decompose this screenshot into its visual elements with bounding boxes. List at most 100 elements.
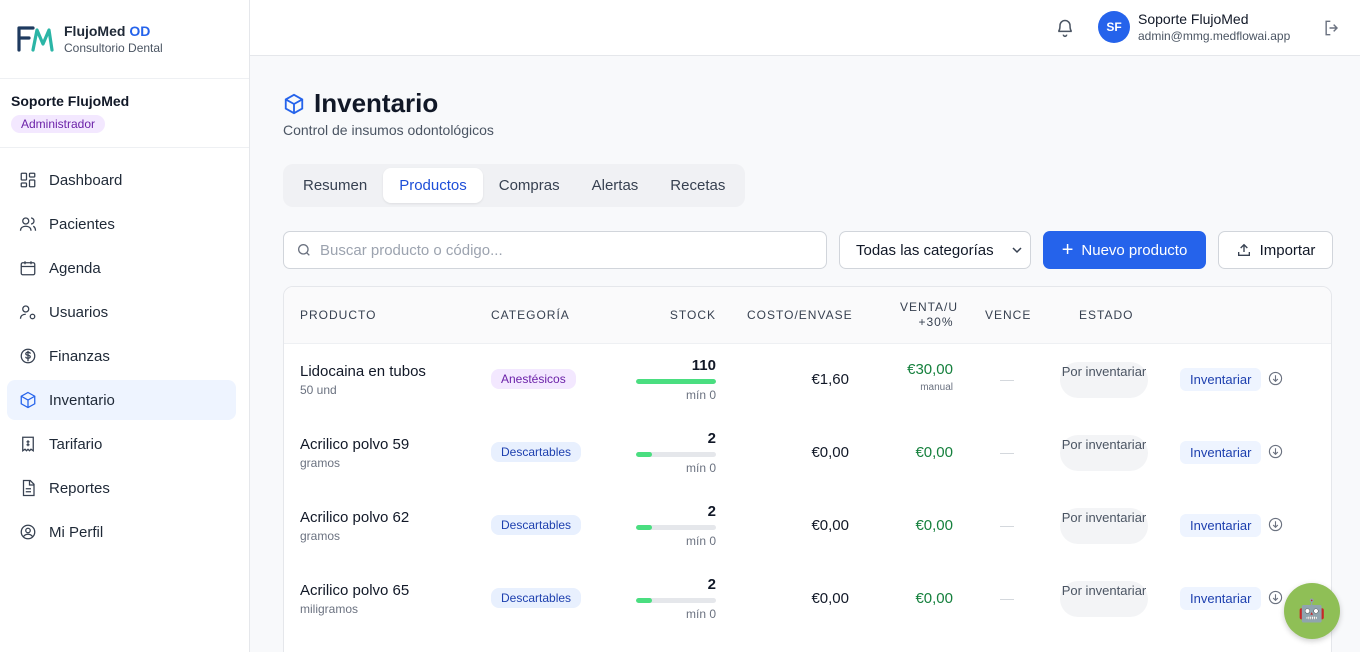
col-estado[interactable]: ESTADO — [1079, 308, 1133, 322]
brand-name: FlujoMed OD — [64, 23, 151, 39]
dollar-circle-icon — [19, 347, 37, 365]
bell-icon[interactable] — [1055, 18, 1075, 38]
inventariar-button[interactable]: Inventariar — [1180, 368, 1262, 391]
inventariar-button[interactable]: Inventariar — [1180, 514, 1262, 537]
sale-value: €0,00 — [915, 517, 953, 534]
status-badge: Por inventariar — [1060, 362, 1148, 398]
tab-recetas[interactable]: Recetas — [654, 168, 741, 203]
robot-icon: 🤖 — [1298, 598, 1326, 623]
expiry-value: — — [1000, 371, 1014, 387]
product-unit: gramos — [300, 456, 341, 470]
tab-alertas[interactable]: Alertas — [576, 168, 655, 203]
sidebar-item-inventario[interactable]: Inventario — [7, 380, 236, 420]
col-producto[interactable]: PRODUCTO — [300, 308, 376, 322]
table-header: PRODUCTO CATEGORÍA STOCK COSTO/ENVASE VE… — [284, 287, 1331, 344]
product-name: Lidocaina en tubos — [300, 363, 426, 380]
col-venta[interactable]: VENTA/U +30% — [884, 300, 962, 330]
chevron-down-icon — [1012, 247, 1022, 254]
sidebar-item-pacientes[interactable]: Pacientes — [7, 204, 236, 244]
category-badge: Anestésicos — [491, 369, 576, 389]
import-label: Importar — [1259, 241, 1316, 259]
sidebar-item-label: Tarifario — [49, 435, 103, 453]
user-cog-icon — [19, 303, 37, 321]
sidebar-item-mi-perfil[interactable]: Mi Perfil — [7, 512, 236, 552]
document-icon — [19, 479, 37, 497]
sale-value: €30,00 — [907, 361, 953, 378]
topbar-user-name: Soporte FlujoMed — [1138, 11, 1249, 27]
inventariar-button[interactable]: Inventariar — [1180, 441, 1262, 464]
cost-value: €0,00 — [811, 444, 849, 461]
search-box — [283, 231, 827, 269]
search-input[interactable] — [320, 241, 800, 259]
circle-arrow-down-icon[interactable] — [1268, 517, 1283, 532]
circle-arrow-down-icon[interactable] — [1268, 444, 1283, 459]
sidebar-nav: Dashboard Pacientes Agenda Usuarios Fina… — [0, 148, 249, 552]
logout-icon[interactable] — [1322, 18, 1342, 38]
table-row[interactable]: Acrilico polvo 62 gramos Descartables 2 … — [284, 490, 1331, 563]
sidebar-item-label: Usuarios — [49, 303, 109, 321]
box-icon — [284, 93, 304, 114]
table-row[interactable]: Lidocaina en tubos 50 und Anestésicos 11… — [284, 344, 1331, 417]
brand-subtitle: Consultorio Dental — [64, 41, 163, 55]
col-stock[interactable]: STOCK — [636, 308, 716, 322]
circle-arrow-down-icon[interactable] — [1268, 590, 1283, 605]
stock-fill — [636, 452, 652, 457]
category-select-value: Todas las categorías — [856, 241, 994, 259]
sidebar-item-tarifario[interactable]: Tarifario — [7, 424, 236, 464]
sidebar-item-label: Agenda — [49, 259, 101, 277]
cost-value: €1,60 — [811, 371, 849, 388]
sidebar-item-usuarios[interactable]: Usuarios — [7, 292, 236, 332]
sale-note: manual — [920, 382, 953, 393]
cost-value: €0,00 — [811, 517, 849, 534]
new-product-button[interactable]: + Nuevo producto — [1043, 231, 1206, 269]
users-icon — [19, 215, 37, 233]
flujomed-logo-icon — [17, 26, 54, 52]
dashboard-icon — [19, 171, 37, 189]
sidebar-item-agenda[interactable]: Agenda — [7, 248, 236, 288]
stock-bar — [636, 598, 716, 603]
new-product-label: Nuevo producto — [1081, 241, 1188, 259]
assistant-fab[interactable]: 🤖 — [1284, 583, 1340, 639]
sidebar-item-label: Mi Perfil — [49, 523, 104, 541]
receipt-icon — [19, 435, 37, 453]
sidebar-item-reportes[interactable]: Reportes — [7, 468, 236, 508]
sidebar-item-label: Pacientes — [49, 215, 115, 233]
inventariar-button[interactable]: Inventariar — [1180, 587, 1262, 610]
sidebar: FlujoMed OD Consultorio Dental Soporte F… — [0, 0, 250, 652]
table-row[interactable]: Acrilico polvo 59 gramos Descartables 2 … — [284, 417, 1331, 490]
category-badge: Descartables — [491, 442, 582, 462]
sidebar-user: Soporte FlujoMed Administrador — [0, 79, 249, 148]
sidebar-item-finanzas[interactable]: Finanzas — [7, 336, 236, 376]
stock-value: 2 — [707, 430, 716, 447]
product-name: Acrilico polvo 65 — [300, 582, 410, 599]
tab-resumen[interactable]: Resumen — [287, 168, 383, 203]
col-costo[interactable]: COSTO/ENVASE — [747, 308, 853, 322]
circle-arrow-down-icon[interactable] — [1268, 371, 1283, 386]
stock-min: mín 0 — [685, 534, 716, 548]
sale-value: €0,00 — [915, 590, 953, 607]
tab-productos[interactable]: Productos — [383, 168, 483, 203]
category-select[interactable]: Todas las categorías — [839, 231, 1031, 269]
topbar-user-email: admin@mmg.medflowai.app — [1138, 29, 1291, 43]
sidebar-item-label: Dashboard — [49, 171, 123, 189]
col-vence[interactable]: VENCE — [985, 308, 1031, 322]
avatar[interactable]: SF — [1098, 11, 1130, 43]
status-badge: Por inventariar — [1060, 435, 1148, 471]
topbar-user: Soporte FlujoMed admin@mmg.medflowai.app — [1138, 11, 1290, 43]
sidebar-item-dashboard[interactable]: Dashboard — [7, 160, 236, 200]
stock-bar — [636, 452, 716, 457]
product-unit: 50 und — [300, 383, 337, 397]
product-unit: gramos — [300, 529, 341, 543]
import-button[interactable]: Importar — [1218, 231, 1333, 269]
category-badge: Descartables — [491, 588, 582, 608]
stock-fill — [636, 525, 652, 530]
page-title: Inventario — [283, 88, 438, 119]
tab-bar: Resumen Productos Compras Alertas Receta… — [283, 164, 746, 207]
stock-bar — [636, 525, 716, 530]
col-categoria[interactable]: CATEGORÍA — [491, 308, 570, 322]
table-row[interactable]: Acrilico polvo 65 miligramos Descartable… — [284, 563, 1331, 636]
product-name: Acrilico polvo 62 — [300, 509, 410, 526]
product-name: Acrilico polvo 59 — [300, 436, 410, 453]
tab-compras[interactable]: Compras — [483, 168, 576, 203]
stock-min: mín 0 — [685, 388, 716, 402]
